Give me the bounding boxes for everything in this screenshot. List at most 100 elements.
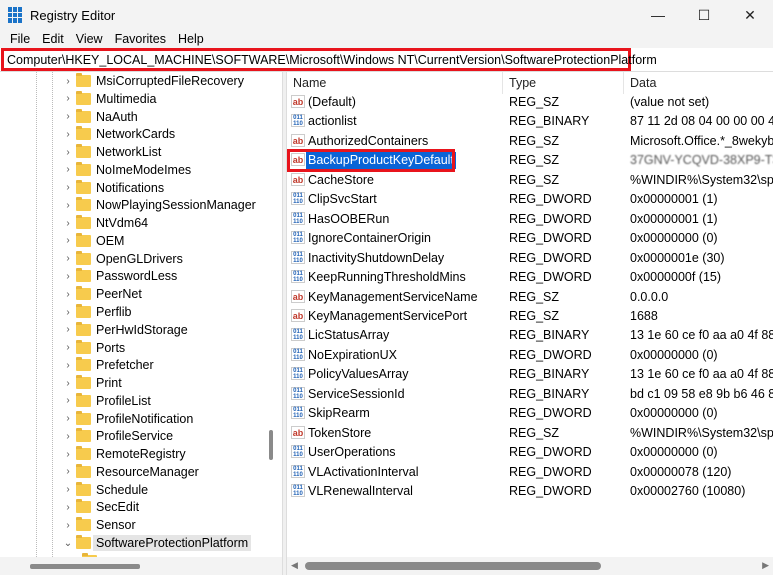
value-row[interactable]: 011 110 ServiceSessionId REG_BINARY bd c1 09… [287, 385, 773, 404]
value-row[interactable]: ab (Default) REG_SZ (value not set) [287, 93, 773, 112]
tree-item[interactable]: › RemoteRegistry [62, 445, 186, 463]
tree-vertical-scrollbar[interactable] [267, 72, 275, 557]
chevron-right-icon[interactable]: › [62, 235, 74, 246]
chevron-right-icon[interactable]: › [62, 395, 74, 406]
value-row[interactable]: 011 110 SkipRearm REG_DWORD 0x00000000 (0) [287, 404, 773, 423]
tree-item[interactable]: › NtVdm64 [62, 214, 148, 232]
value-row[interactable]: 011 110 VLRenewalInterval REG_DWORD 0x000027… [287, 482, 773, 501]
value-row[interactable]: 011 110 ClipSvcStart REG_DWORD 0x00000001 (1… [287, 190, 773, 209]
value-row[interactable]: 011 110 NoExpirationUX REG_DWORD 0x00000000 … [287, 346, 773, 365]
menu-help[interactable]: Help [172, 32, 210, 46]
tree-item[interactable]: › Schedule [62, 481, 148, 499]
value-row[interactable]: 011 110 KeepRunningThresholdMins REG_DWORD 0… [287, 268, 773, 287]
chevron-right-icon[interactable]: › [62, 431, 74, 442]
binary-value-icon: 011 110 [291, 211, 305, 225]
tree-item[interactable]: › NetworkCards [62, 125, 175, 143]
scroll-thumb[interactable] [30, 564, 140, 569]
tree-item[interactable]: › Print [62, 374, 122, 392]
value-row[interactable]: 011 110 LicStatusArray REG_BINARY 13 1e 60 c… [287, 326, 773, 345]
tree-item[interactable]: › PeerNet [62, 285, 142, 303]
tree-item[interactable]: › ProfileService [62, 427, 173, 445]
address-bar[interactable]: Computer\HKEY_LOCAL_MACHINE\SOFTWARE\Mic… [0, 48, 773, 72]
tree-horizontal-scrollbar[interactable] [0, 557, 282, 575]
chevron-right-icon[interactable]: › [62, 307, 74, 318]
chevron-right-icon[interactable]: › [62, 200, 74, 211]
column-header-name[interactable]: Name [287, 72, 503, 94]
maximize-button[interactable]: ☐ [681, 0, 727, 30]
chevron-right-icon[interactable]: › [62, 413, 74, 424]
tree-item[interactable]: › ProfileList [62, 392, 151, 410]
value-row[interactable]: ab KeyManagementServiceName REG_SZ 0.0.0.0 [287, 288, 773, 307]
value-name: LicStatusArray [308, 328, 390, 343]
chevron-right-icon[interactable]: › [62, 164, 74, 175]
column-header-data[interactable]: Data [624, 72, 773, 94]
scroll-right-arrow[interactable]: ▶ [762, 560, 769, 571]
tree-item[interactable]: › NaAuth [62, 108, 138, 126]
menu-view[interactable]: View [70, 32, 109, 46]
tree-item[interactable]: › MsiCorruptedFileRecovery [62, 72, 244, 90]
value-row[interactable]: ab AuthorizedContainers REG_SZ Microsoft.Of… [287, 132, 773, 151]
value-row[interactable]: ab TokenStore REG_SZ %WINDIR%\System32\spp [287, 424, 773, 443]
scroll-thumb[interactable] [305, 562, 601, 570]
address-input[interactable]: Computer\HKEY_LOCAL_MACHINE\SOFTWARE\Mic… [1, 48, 657, 71]
chevron-right-icon[interactable]: › [62, 218, 74, 229]
tree-item[interactable]: › Sensor [62, 516, 136, 534]
value-row[interactable]: 011 110 actionlist REG_BINARY 87 11 2d 08 04… [287, 112, 773, 131]
tree-item[interactable]: › Prefetcher [62, 356, 154, 374]
value-row[interactable]: 011 110 VLActivationInterval REG_DWORD 0x000… [287, 463, 773, 482]
folder-icon [76, 428, 91, 443]
tree-item[interactable]: › ResourceManager [62, 463, 199, 481]
value-row[interactable]: ab KeyManagementServicePort REG_SZ 1688 [287, 307, 773, 326]
chevron-right-icon[interactable]: › [62, 289, 74, 300]
tree-item[interactable]: › Ports [62, 339, 125, 357]
tree-item[interactable]: › PerHwIdStorage [62, 321, 188, 339]
value-row[interactable]: 011 110 PolicyValuesArray REG_BINARY 13 1e 6… [287, 365, 773, 384]
chevron-right-icon[interactable]: › [62, 502, 74, 513]
menu-file[interactable]: File [4, 32, 36, 46]
scroll-left-arrow[interactable]: ◀ [291, 560, 298, 571]
chevron-right-icon[interactable]: › [62, 76, 74, 87]
chevron-right-icon[interactable]: › [62, 484, 74, 495]
chevron-right-icon[interactable]: › [62, 449, 74, 460]
close-button[interactable]: ✕ [727, 0, 773, 30]
chevron-down-icon[interactable]: ⌄ [62, 538, 74, 549]
tree-item[interactable]: › PasswordLess [62, 267, 177, 285]
chevron-right-icon[interactable]: › [62, 93, 74, 104]
scroll-thumb[interactable] [269, 430, 273, 460]
tree-item-label: NetworkCards [96, 127, 176, 142]
tree-item[interactable]: › Perflib [62, 303, 131, 321]
chevron-right-icon[interactable]: › [62, 271, 74, 282]
column-header-type[interactable]: Type [503, 72, 624, 94]
chevron-right-icon[interactable]: › [62, 147, 74, 158]
tree-item[interactable]: › SecEdit [62, 498, 139, 516]
chevron-right-icon[interactable]: › [62, 182, 74, 193]
tree-item[interactable]: ⌄ SoftwareProtectionPlatform [62, 534, 252, 552]
chevron-right-icon[interactable]: › [62, 111, 74, 122]
value-row[interactable]: 011 110 IgnoreContainerOrigin REG_DWORD 0x00… [287, 229, 773, 248]
tree-item[interactable]: › NowPlayingSessionManager [62, 196, 256, 214]
chevron-right-icon[interactable]: › [62, 378, 74, 389]
chevron-right-icon[interactable]: › [62, 466, 74, 477]
tree-item[interactable]: › Multimedia [62, 90, 156, 108]
tree-item[interactable]: › NoImeModeImes [62, 161, 191, 179]
menu-edit[interactable]: Edit [36, 32, 70, 46]
tree-item[interactable]: › Notifications [62, 179, 164, 197]
chevron-right-icon[interactable]: › [62, 253, 74, 264]
chevron-right-icon[interactable]: › [62, 520, 74, 531]
chevron-right-icon[interactable]: › [62, 342, 74, 353]
minimize-button[interactable]: — [635, 0, 681, 30]
tree-item[interactable]: › OEM [62, 232, 124, 250]
values-horizontal-scrollbar[interactable]: ◀ ▶ [287, 557, 773, 575]
tree-item[interactable]: › NetworkList [62, 143, 161, 161]
value-row[interactable]: 011 110 HasOOBERun REG_DWORD 0x00000001 (1) [287, 210, 773, 229]
chevron-right-icon[interactable]: › [62, 360, 74, 371]
chevron-right-icon[interactable]: › [62, 129, 74, 140]
tree-item[interactable]: › OpenGLDrivers [62, 250, 183, 268]
value-row[interactable]: 011 110 InactivityShutdownDelay REG_DWORD 0x… [287, 249, 773, 268]
menu-favorites[interactable]: Favorites [109, 32, 172, 46]
value-row[interactable]: ab BackupProductKeyDefault REG_SZ 37GNV-YCQ… [287, 149, 773, 173]
chevron-right-icon[interactable]: › [62, 324, 74, 335]
value-row[interactable]: ab CacheStore REG_SZ %WINDIR%\System32\spp [287, 171, 773, 190]
value-row[interactable]: 011 110 UserOperations REG_DWORD 0x00000000 … [287, 443, 773, 462]
tree-item[interactable]: › ProfileNotification [62, 410, 193, 428]
